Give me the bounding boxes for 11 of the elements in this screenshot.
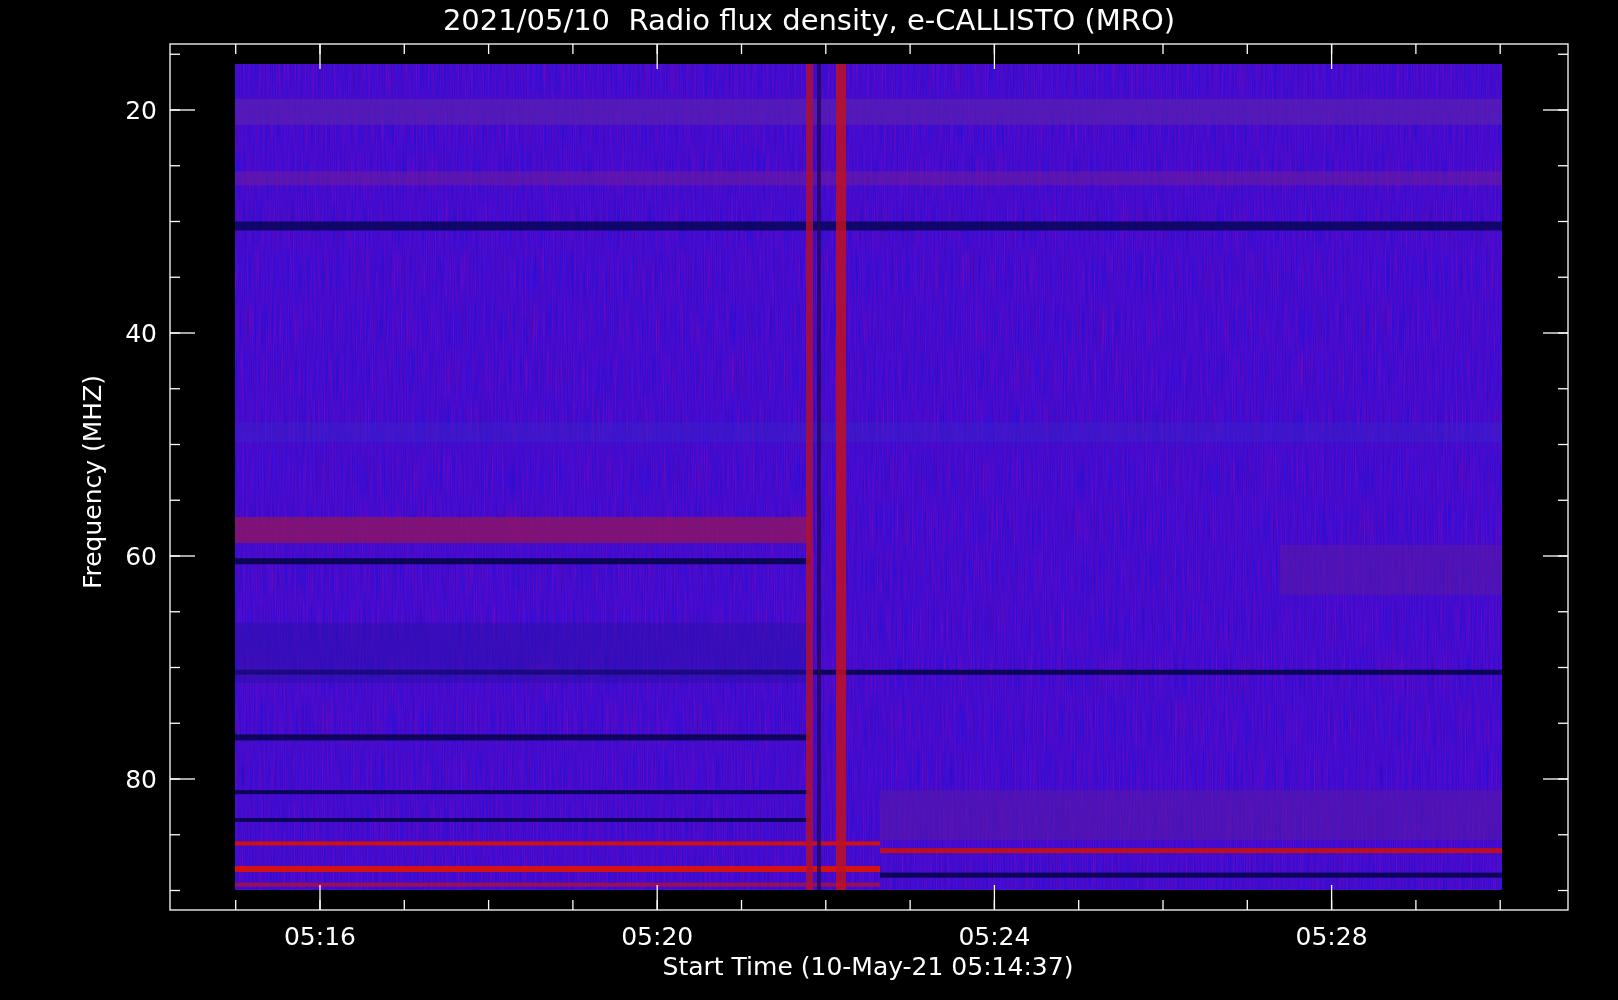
x-axis-label: Start Time (10-May-21 05:14:37)	[662, 952, 1074, 981]
y-tick-label: 40	[125, 319, 157, 348]
x-tick-label: 05:28	[1295, 922, 1368, 951]
y-tick-label: 60	[125, 542, 157, 571]
x-tick-label: 05:16	[284, 922, 356, 951]
chart-title: 2021/05/10 Radio flux density, e-CALLISTO (MRO)	[442, 3, 1176, 37]
y-tick-label: 80	[125, 765, 157, 794]
y-axis-label: Frequency (MHZ)	[78, 374, 107, 590]
y-tick-label: 20	[125, 96, 157, 125]
x-tick-label: 05:20	[621, 922, 694, 951]
x-tick-label: 05:24	[958, 922, 1031, 951]
